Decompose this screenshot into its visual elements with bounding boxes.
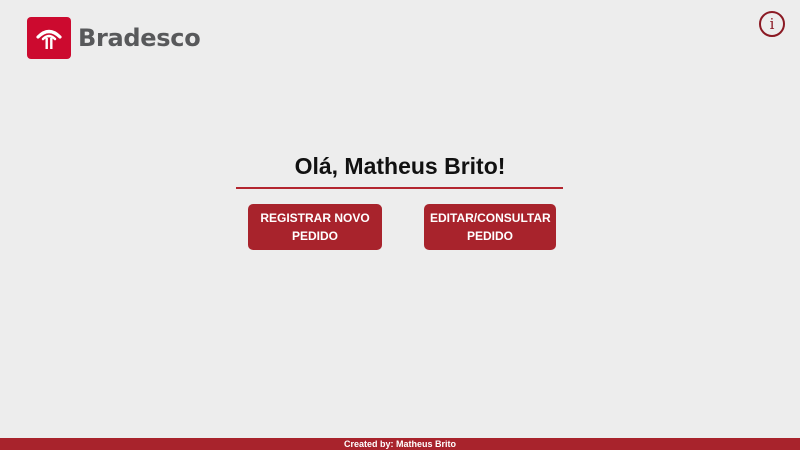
bradesco-tree-icon (27, 17, 71, 59)
greeting-divider (236, 187, 563, 189)
bradesco-logo: Bradesco (27, 17, 201, 59)
info-icon[interactable]: i (759, 11, 785, 37)
greeting-title: Olá, Matheus Brito! (294, 153, 506, 179)
logo-wordmark: Bradesco (78, 24, 201, 52)
edit-consult-order-button[interactable]: EDITAR/CONSULTAR PEDIDO (424, 204, 556, 250)
footer-credit: Created by: Matheus Brito (0, 438, 800, 450)
register-order-button[interactable]: REGISTRAR NOVO PEDIDO (248, 204, 382, 250)
